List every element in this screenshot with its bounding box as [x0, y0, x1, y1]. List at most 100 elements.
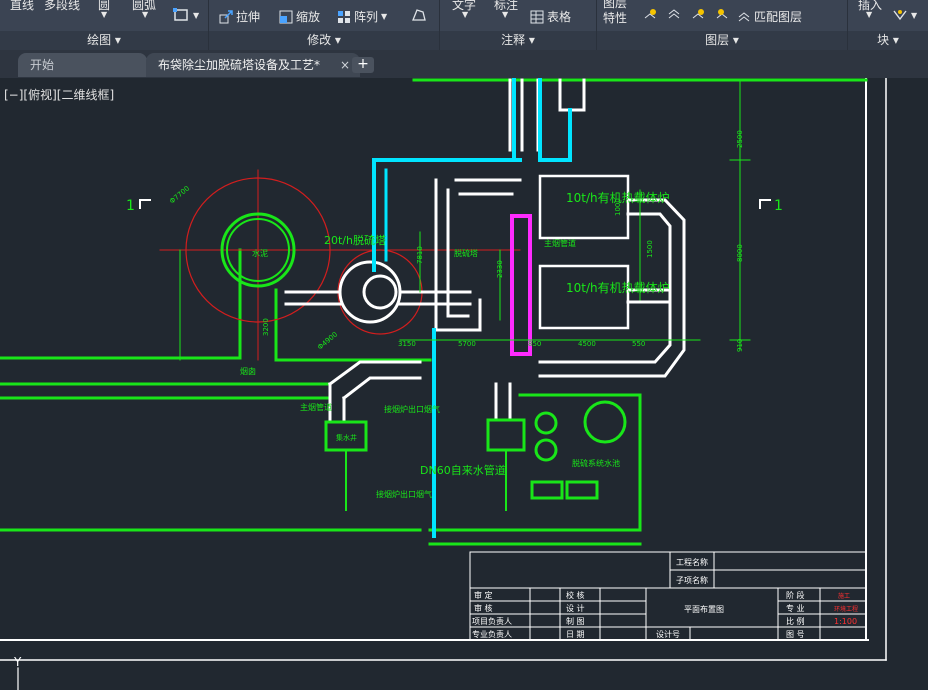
water-pool-label: 脱硫系统水池 [572, 458, 620, 468]
dim-label: 8000 [736, 244, 744, 262]
dim-label: 550 [632, 340, 645, 348]
block-panel: 插入 ▼ ▼ 块 ▾ [848, 0, 928, 50]
viewport-controls-label[interactable]: [−][俯视][二维线框] [4, 86, 114, 103]
chimney-center-label: 水泥 [252, 248, 268, 258]
pump-box [486, 418, 526, 452]
match-layer-icon [738, 11, 750, 21]
title-block-label: 图 号 [786, 630, 805, 639]
title-block-label: 工程名称 [676, 557, 708, 567]
title-block-label: 设 计 [566, 603, 585, 613]
line-label: 直线 [10, 0, 35, 12]
title-block-label: 子项名称 [676, 575, 708, 585]
title-block-label: 审 定 [474, 590, 493, 600]
title-block-label: 审 核 [474, 603, 493, 613]
region-icon[interactable] [411, 8, 427, 22]
title-block-label: 制 图 [566, 616, 585, 626]
chevron-down-icon[interactable]: ▼ [142, 10, 148, 19]
title-block-label: 项目负责人 [472, 616, 512, 626]
equipment-box [565, 480, 599, 500]
title-block-label: 日 期 [566, 630, 585, 639]
polyline-button[interactable]: 多段线 [44, 0, 80, 13]
dim-label: 2500 [736, 130, 744, 148]
chevron-down-icon[interactable]: ▼ [101, 10, 107, 19]
chimney-label: 烟囱 [240, 366, 256, 376]
cad-drawing: 1 1 10t/h有机热载体炉 10t/h有机热载体炉 20t/h脱硫塔 DN6… [0, 78, 887, 690]
modify-panel-label[interactable]: 修改 ▾ [209, 31, 439, 50]
smoke-inlet-label: 接烟炉出口烟气 [376, 489, 432, 499]
chevron-down-icon[interactable]: ▼ [462, 10, 468, 19]
annotation-panel: 文字 ▼ 标注 ▼ 表格 注释 ▾ [440, 0, 597, 50]
dim-label: 3200 [262, 318, 270, 336]
match-layer-button[interactable]: 匹配图层 [737, 8, 802, 25]
title-block-grid [469, 551, 867, 641]
section-mark-label: 1 [126, 198, 135, 214]
polyline-label: 多段线 [44, 0, 81, 12]
scale-button[interactable]: 缩放 [279, 8, 320, 25]
layer-tool-icon[interactable] [691, 8, 705, 22]
pump-pit-label: 集水井 [336, 433, 357, 442]
table-label: 表格 [547, 10, 572, 24]
title-block-label: 专业负责人 [472, 629, 512, 639]
scale-icon [279, 10, 293, 23]
dim-label: Φ7700 [168, 184, 191, 205]
file-tab-bar: 开始 布袋除尘加脱硫塔设备及工艺* × + [0, 50, 928, 78]
drawing-canvas[interactable]: 1 1 10t/h有机热载体炉 10t/h有机热载体炉 20t/h脱硫塔 DN6… [0, 78, 928, 690]
table-icon [530, 10, 544, 23]
line-button[interactable]: 直线 [10, 0, 34, 13]
array-button[interactable]: 阵列 ▼ [337, 8, 387, 25]
section-mark-label: 1 [774, 198, 783, 214]
tab-document-label: 布袋除尘加脱硫塔设备及工艺* [158, 58, 321, 72]
tank-circle [534, 411, 558, 435]
layers-panel: 图层 特性 匹配图层 图层 ▾ [597, 0, 848, 50]
title-block-label: 比 例 [786, 616, 805, 626]
title-block-label: 阶 段 [786, 590, 805, 600]
layers-panel-label[interactable]: 图层 ▾ [597, 31, 847, 50]
dim-label: Φ4900 [316, 330, 339, 351]
pipe-label: 主烟管道 [300, 402, 332, 412]
tower-inner-circle [362, 274, 398, 310]
layer-tool-icon[interactable] [667, 8, 681, 22]
tab-start[interactable]: 开始 [18, 53, 147, 77]
annotation-panel-label[interactable]: 注释 ▾ [440, 31, 596, 50]
title-block-label: 专 业 [786, 603, 805, 613]
chevron-down-icon[interactable]: ▼ [866, 10, 872, 19]
table-button[interactable]: 表格 [530, 8, 571, 25]
block-edit-icon[interactable]: ▼ [892, 8, 917, 22]
drawing-title: 平面布置图 [684, 604, 724, 614]
boiler-label: 10t/h有机热载体炉 [566, 281, 670, 295]
stretch-button[interactable]: 拉伸 [219, 8, 260, 25]
new-tab-button[interactable]: + [352, 57, 374, 73]
ucs-y-label: Y [13, 655, 22, 669]
dim-label: 4500 [578, 340, 596, 348]
block-panel-label[interactable]: 块 ▾ [848, 31, 928, 50]
tab-document[interactable]: 布袋除尘加脱硫塔设备及工艺* × [146, 53, 360, 77]
dim-label: 7810 [416, 246, 424, 264]
section-mark [759, 199, 771, 209]
tank-circle [583, 400, 627, 444]
desulf-label: 脱硫塔 [454, 248, 478, 258]
dim-label: 1000 [614, 198, 622, 216]
layer-properties-top: 图层 [603, 0, 628, 10]
modify-panel: 拉伸 缩放 阵列 ▼ 修改 ▾ [209, 0, 440, 50]
layer-properties-button[interactable]: 图层 特性 [603, 0, 627, 26]
bypass-duct-magenta [510, 214, 532, 356]
stretch-label: 拉伸 [236, 10, 261, 24]
specialty-value: 环境工程 [834, 605, 858, 613]
close-icon[interactable]: × [340, 53, 350, 77]
dim-label: 1500 [646, 240, 654, 258]
rectangle-icon[interactable]: ▼ [172, 7, 199, 23]
dim-label: 850 [528, 340, 541, 348]
layer-tool-icon[interactable] [643, 8, 657, 22]
layer-tool-icon[interactable] [715, 8, 729, 22]
scale-label: 缩放 [296, 10, 321, 24]
draw-panel: 直线 多段线 圆 圆弧 ▼ ▼ ▼ 绘图 ▾ [0, 0, 209, 50]
main-pipe-label: 主烟管道 [544, 238, 576, 248]
tank-circle [534, 438, 558, 462]
tab-start-label: 开始 [30, 58, 55, 72]
chevron-down-icon[interactable]: ▼ [502, 10, 508, 19]
section-mark [139, 199, 151, 209]
dim-label: 5700 [458, 340, 476, 348]
tower-label: 20t/h脱硫塔 [324, 233, 386, 247]
match-layer-label: 匹配图层 [754, 10, 803, 24]
draw-panel-label[interactable]: 绘图 ▾ [0, 31, 208, 50]
